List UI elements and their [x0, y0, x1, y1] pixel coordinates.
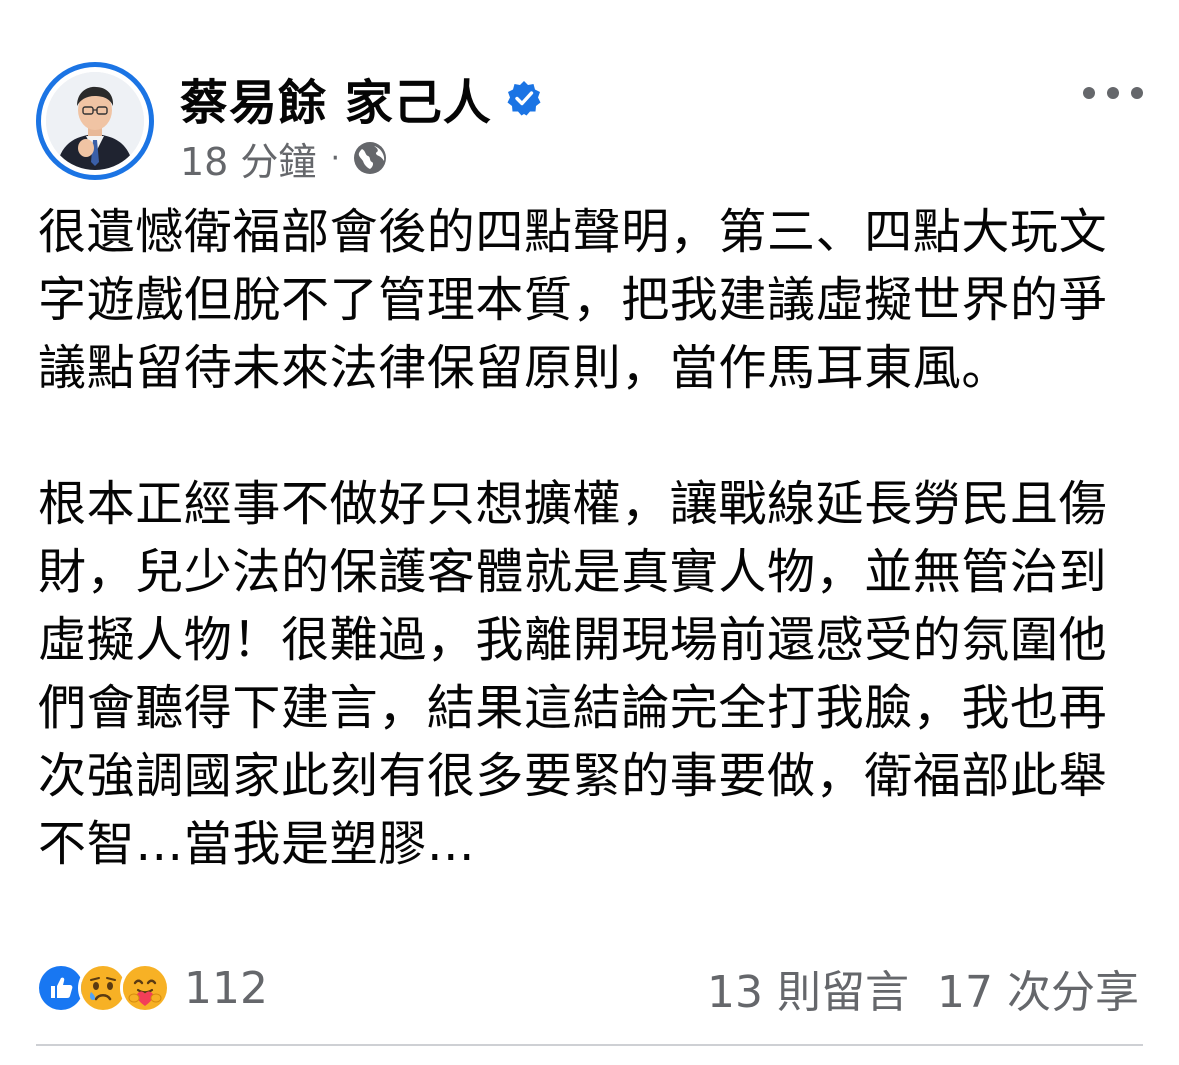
post-paragraph: 很遺憾衛福部會後的四點聲明，第三、四點大玩文字遊戲但脫不了管理本質，把我建議虛擬… — [38, 204, 1108, 396]
more-dot-icon — [1131, 87, 1143, 99]
comments-count-link[interactable]: 13 則留言 — [707, 956, 909, 1020]
avatar[interactable] — [36, 62, 154, 180]
shares-count-link[interactable]: 17 次分享 — [937, 956, 1139, 1020]
author-row: 蔡易餘 家己人 — [180, 60, 542, 136]
more-dot-icon — [1107, 87, 1119, 99]
post-paragraph: 根本正經事不做好只想擴權，讓戰線延長勞民且傷財，兒少法的保護客體就是真實人物，並… — [38, 476, 1108, 872]
post-body: 很遺憾衛福部會後的四點聲明，第三、四點大玩文字遊戲但脫不了管理本質，把我建議虛擬… — [38, 198, 1138, 878]
reaction-icons — [36, 963, 170, 1013]
care-icon — [120, 963, 170, 1013]
reactions-summary[interactable]: 112 — [36, 960, 268, 1016]
more-dot-icon — [1083, 87, 1095, 99]
post-meta: 18 分鐘 · — [180, 132, 388, 184]
verified-badge-icon — [506, 80, 542, 116]
avatar-photo — [46, 72, 144, 170]
engagement-stats: 13 則留言 17 次分享 — [707, 960, 1139, 1018]
post-timestamp[interactable]: 18 分鐘 — [180, 131, 316, 186]
divider — [36, 1044, 1143, 1046]
facebook-post: 蔡易餘 家己人 18 分鐘 · 很遺憾衛福部會後的四點聲明，第三、四點大玩文字遊… — [0, 0, 1179, 1065]
globe-icon — [352, 140, 388, 176]
more-options-button[interactable] — [1083, 78, 1143, 108]
author-name[interactable]: 蔡易餘 家己人 — [180, 63, 492, 133]
reaction-count: 112 — [184, 962, 268, 1014]
meta-separator: · — [330, 140, 340, 176]
